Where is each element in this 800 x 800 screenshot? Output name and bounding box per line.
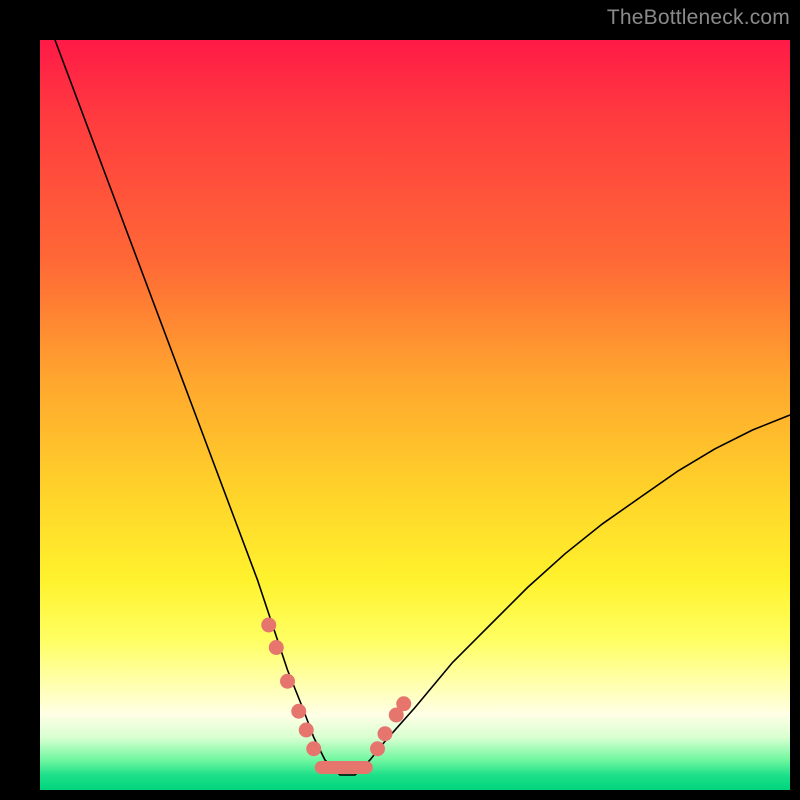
marker-dot: [299, 723, 314, 738]
watermark-text: TheBottleneck.com: [607, 6, 790, 30]
marker-dot: [261, 618, 276, 633]
marker-dot: [291, 704, 306, 719]
marker-dot: [306, 741, 321, 756]
marker-dot: [396, 696, 411, 711]
marker-dot: [280, 674, 295, 689]
marker-dots-right: [370, 696, 411, 756]
plot-area: [40, 40, 790, 790]
marker-dot: [269, 640, 284, 655]
chart-overlay: [40, 40, 790, 790]
chart-frame: TheBottleneck.com: [0, 0, 800, 800]
bottleneck-curve: [55, 40, 790, 775]
marker-dot: [378, 726, 393, 741]
marker-dot: [370, 741, 385, 756]
